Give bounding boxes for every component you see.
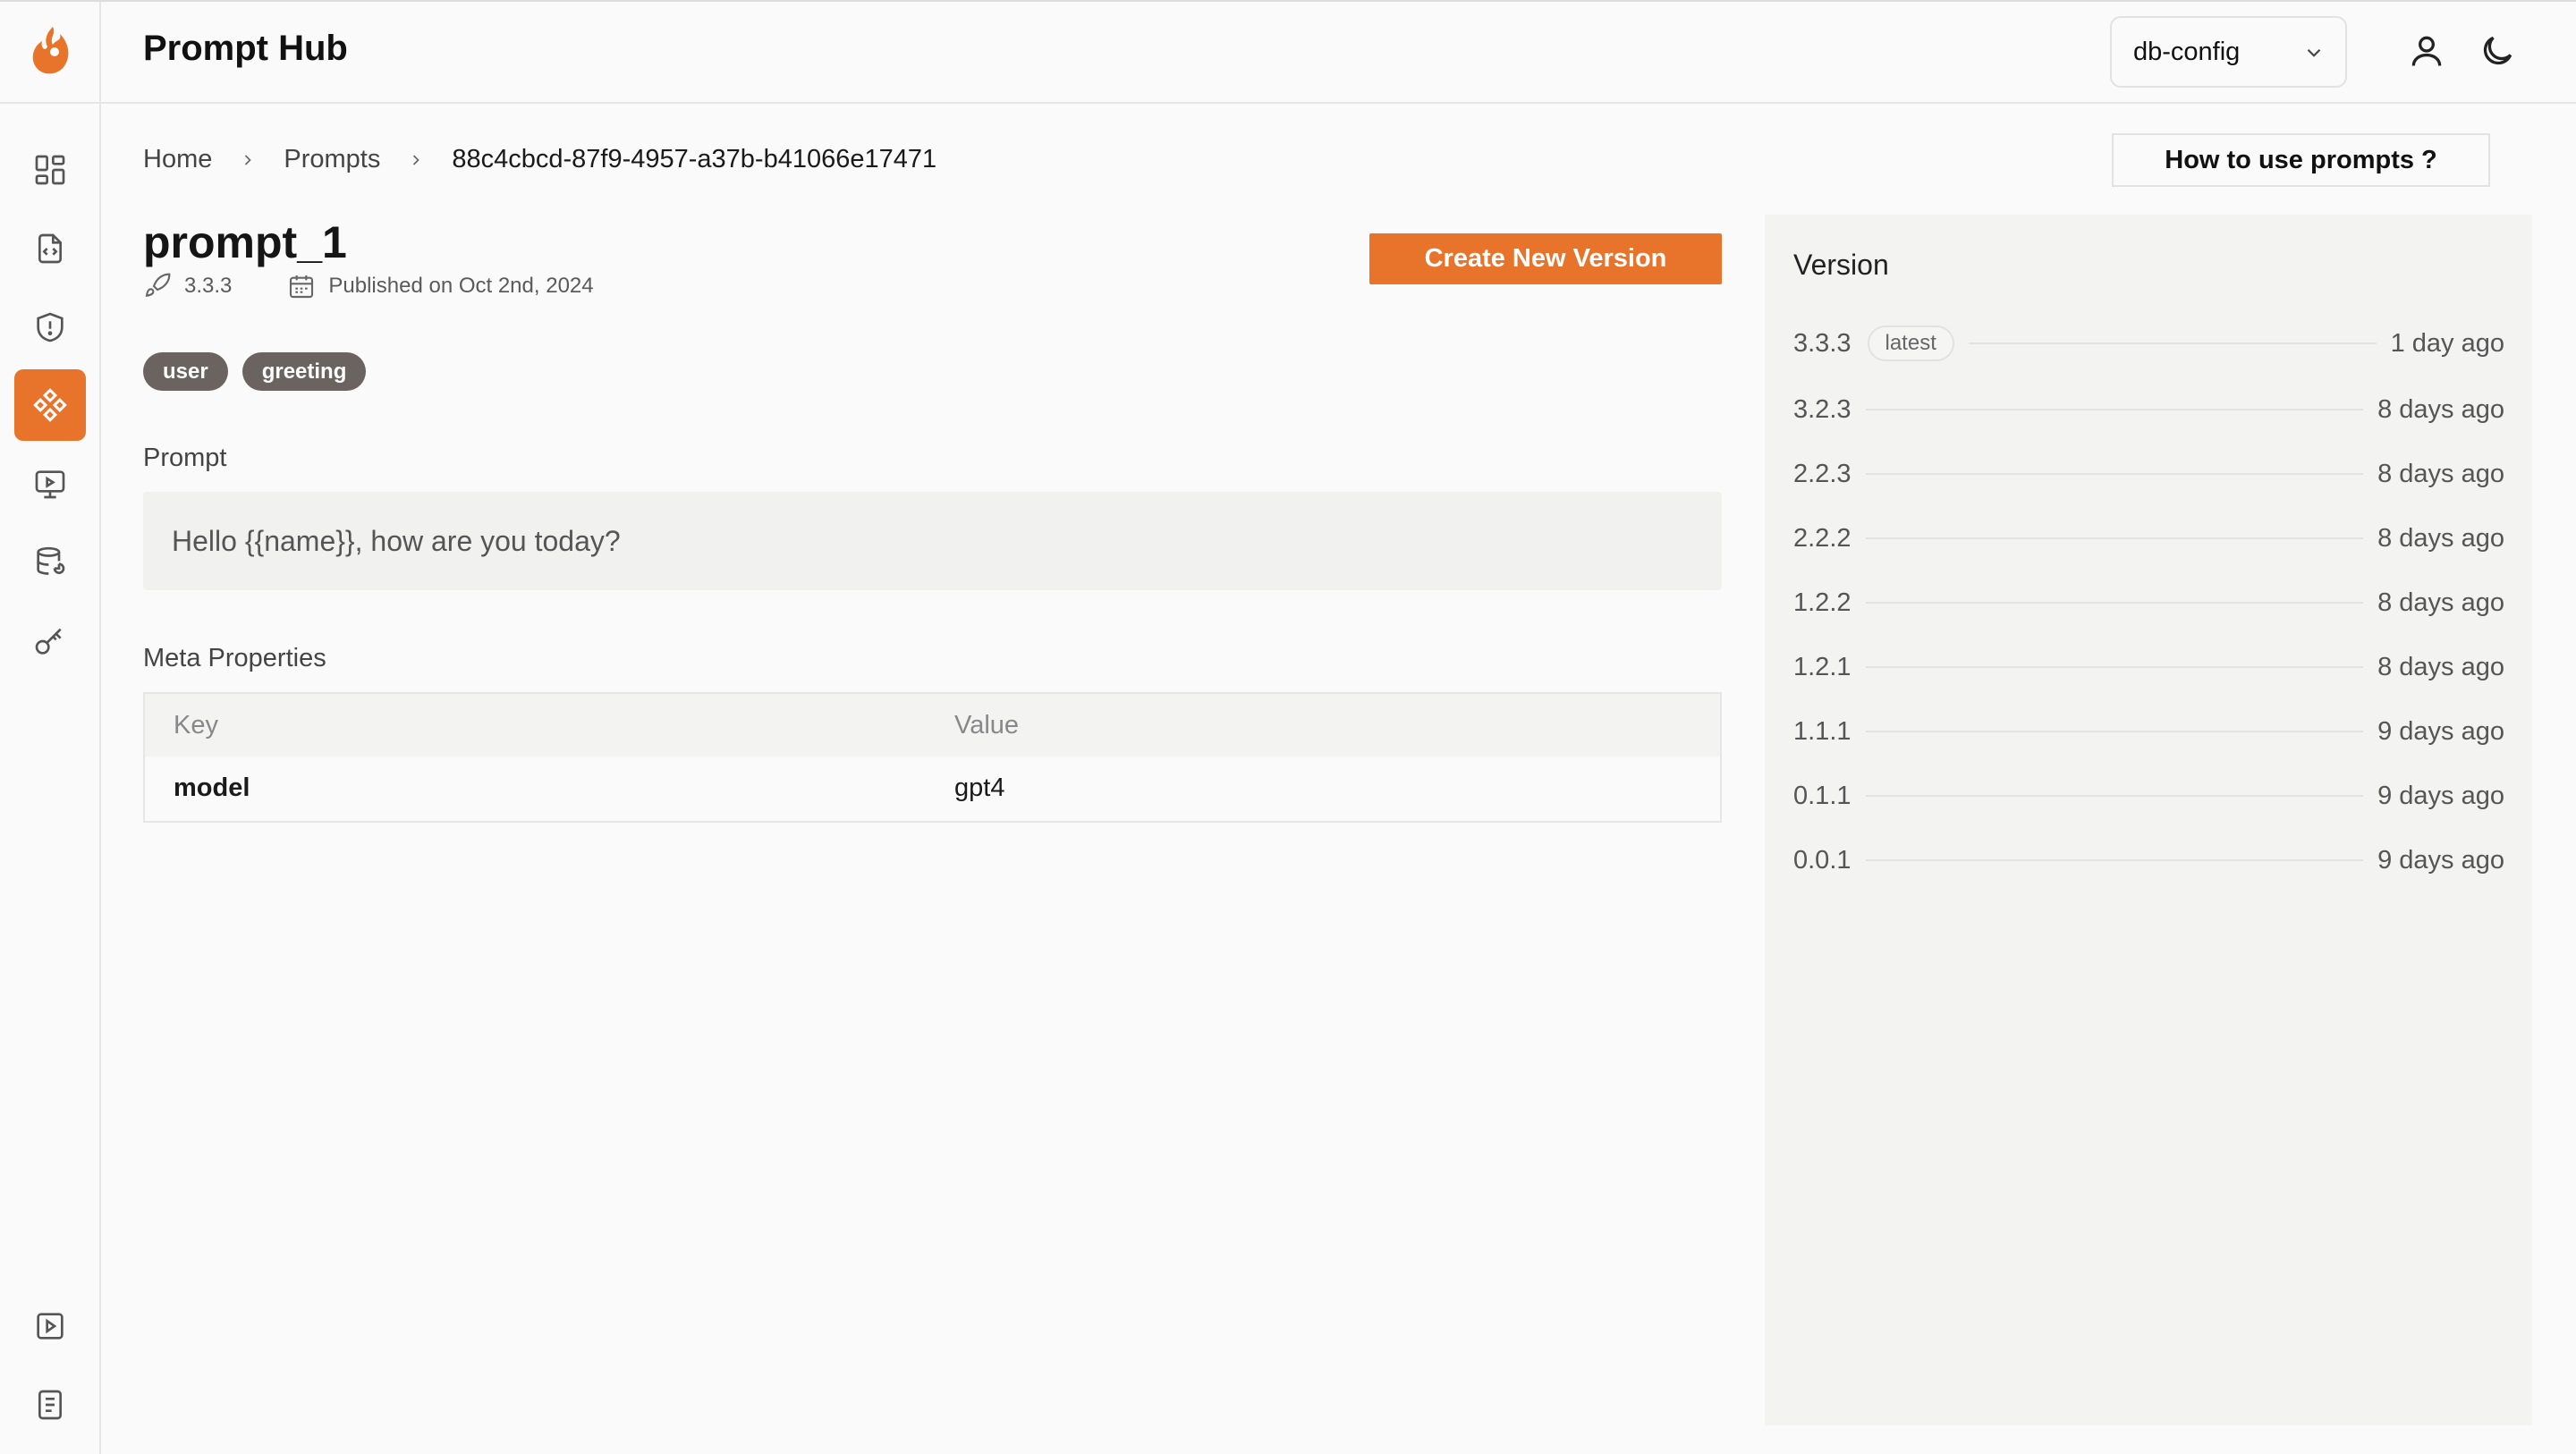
play-square-icon [37,1313,64,1340]
prompt-section-label: Prompt [143,444,227,472]
create-new-version-button[interactable]: Create New Version [1369,233,1722,284]
version-row[interactable]: 3.2.3 8 days ago [1793,392,2504,427]
version-row[interactable]: 3.3.3 latest 1 day ago [1793,325,2504,361]
moon-icon[interactable] [2478,31,2517,71]
version-number: 3.2.3 [1793,394,1852,424]
file-code-icon [38,233,62,264]
version-number: 0.0.1 [1793,845,1852,875]
top-header: Prompt Hub db-config [101,2,2576,104]
prompt-meta: 3.3.3 Published on Oct 2nd, 2024 [143,272,594,300]
prompt-text: Hello {{name}}, how are you today? [172,524,621,557]
calendar-icon [290,275,314,299]
breadcrumb: Home Prompts 88c4cbcd-87f9-4957-a37b-b41… [143,145,936,174]
monitor-play-icon [35,470,65,499]
rocket-icon [145,273,171,297]
meta-properties-table: Key Value model gpt4 [143,692,1722,823]
version-divider [1865,731,2364,732]
user-icon[interactable] [2407,31,2446,71]
prompts-icon [33,388,67,422]
app-title: Prompt Hub [143,29,348,68]
version-number: 1.2.2 [1793,588,1852,617]
dashboard-icon [35,155,65,185]
prompt-text-box: Hello {{name}}, how are you today? [143,492,1722,590]
version-age: 8 days ago [2377,394,2504,424]
sidebar-item-prompts[interactable] [14,369,86,441]
version-age: 9 days ago [2377,781,2504,810]
meta-key-cell: model [174,773,250,802]
version-history-panel: Version 3.3.3 latest 1 day ago 3.2.3 8 d… [1765,215,2532,1425]
flame-logo-icon [32,27,68,74]
version-age: 8 days ago [2377,652,2504,681]
breadcrumb-prompts[interactable]: Prompts [284,145,380,174]
sidebar-item-templates[interactable] [14,213,86,284]
version-age: 8 days ago [2377,588,2504,617]
version-divider [1865,473,2364,475]
version-divider [1865,537,2364,539]
version-age: 9 days ago [2377,716,2504,746]
version-age: 8 days ago [2377,523,2504,553]
version-number: 0.1.1 [1793,781,1852,810]
version-row[interactable]: 1.2.1 8 days ago [1793,649,2504,685]
tag-user: user [143,352,228,391]
sidebar-item-tutorials[interactable] [14,1290,86,1362]
tag-greeting: greeting [242,352,367,391]
sidebar-item-docs[interactable] [14,1369,86,1441]
version-divider [1865,666,2364,668]
version-number: 1.1.1 [1793,716,1852,746]
sidebar-item-datasets[interactable] [14,527,86,598]
breadcrumb-home[interactable]: Home [143,145,212,174]
database-icon [37,546,65,575]
app-root: Prompt Hub db-config Home Prompts 88c4cb… [0,0,2576,1454]
table-header-row: Key Value [145,694,1720,757]
version-divider [1865,409,2364,410]
version-panel-title: Version [1793,249,1889,281]
prompt-title: prompt_1 [143,217,347,267]
sidebar-item-playground[interactable] [14,448,86,520]
version-row[interactable]: 1.1.1 9 days ago [1793,714,2504,749]
version-row[interactable]: 0.0.1 9 days ago [1793,842,2504,878]
version-row[interactable]: 0.1.1 9 days ago [1793,778,2504,814]
shield-icon [37,312,64,342]
prompt-version: 3.3.3 [184,274,233,298]
sidebar [0,2,101,1454]
chevron-right-icon [245,154,252,165]
version-divider [1968,342,2377,344]
sidebar-item-guardrails[interactable] [14,292,86,363]
tag-list: user greeting [143,352,367,391]
breadcrumb-current: 88c4cbcd-87f9-4957-a37b-b41066e17471 [452,145,937,173]
column-header-key: Key [174,710,218,740]
version-divider [1865,602,2364,604]
key-icon [35,628,62,655]
version-age: 8 days ago [2377,459,2504,488]
sidebar-item-api-keys[interactable] [14,605,86,677]
version-divider [1865,859,2364,861]
chevron-right-icon [413,154,420,165]
version-row[interactable]: 2.2.2 8 days ago [1793,520,2504,556]
meta-value-cell: gpt4 [954,773,1005,802]
app-logo[interactable] [0,2,101,104]
published-date: Published on Oct 2nd, 2024 [328,274,594,298]
db-config-select[interactable]: db-config [2110,16,2347,88]
version-age: 1 day ago [2390,328,2504,358]
version-row[interactable]: 2.2.3 8 days ago [1793,456,2504,492]
version-age: 9 days ago [2377,845,2504,875]
chevron-down-icon [2307,48,2321,57]
version-number: 2.2.3 [1793,459,1852,488]
db-select-value: db-config [2133,37,2241,66]
version-number: 1.2.1 [1793,652,1852,681]
version-number: 2.2.2 [1793,523,1852,553]
version-row[interactable]: 1.2.2 8 days ago [1793,585,2504,621]
version-number: 3.3.3 [1793,328,1852,358]
table-row: model gpt4 [145,757,1720,819]
sidebar-item-dashboard[interactable] [14,134,86,206]
latest-badge: latest [1867,325,1954,361]
how-to-use-prompts-button[interactable]: How to use prompts ? [2112,133,2490,187]
docs-icon [38,1390,62,1420]
meta-properties-label: Meta Properties [143,644,326,672]
version-divider [1865,795,2364,797]
column-header-value: Value [954,710,1020,740]
